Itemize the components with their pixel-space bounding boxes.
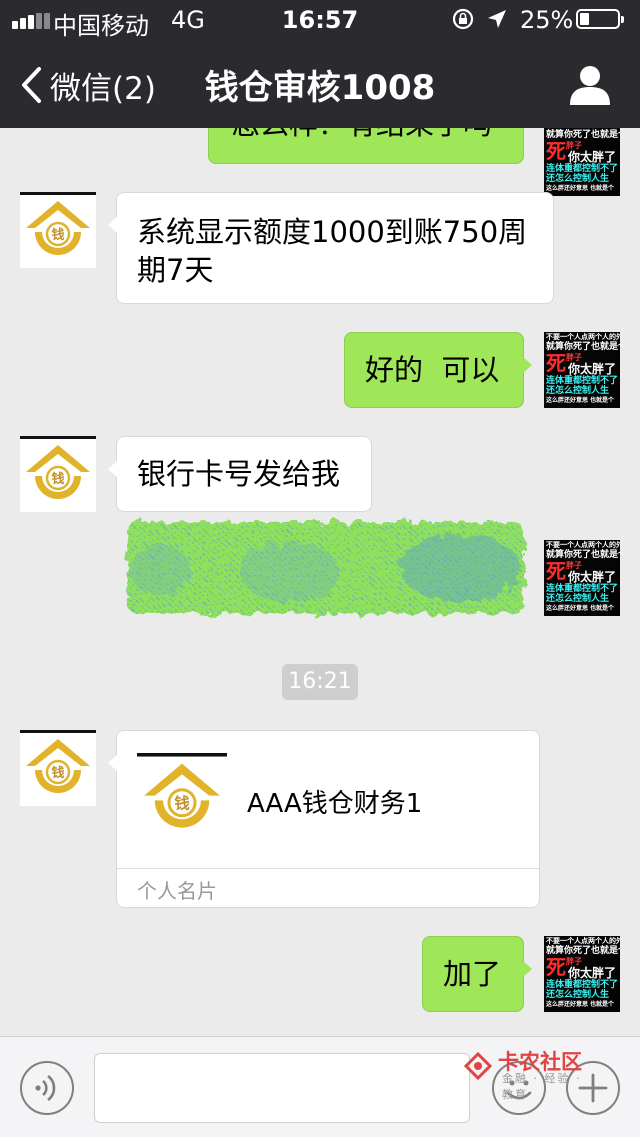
my-avatar[interactable]: 不要一个人点两个人的外卖 就算你死了也就是个 死 胖子 你太胖了 连体重都控制不… [544,332,620,408]
avatar-text: 还怎么控制人生 [546,174,610,184]
timestamp: 16:21 [282,664,358,700]
my-avatar[interactable]: 不要一个人点两个人的外卖 就算你死了也就是个 死 胖子 你太胖了 连体重都控制不… [544,540,620,616]
message-bubble-incoming[interactable]: 系统显示额度1000到账750周期7天 [108,192,554,304]
house-coin-logo-icon: 钱 [137,753,227,828]
avatar-text: 这么胖还好意思 [546,397,589,404]
redacted-message-bubble[interactable] [120,512,530,624]
avatar-text: 胖子 [566,141,582,150]
watermark-logo-icon [463,1051,493,1081]
avatar-text: 死 [546,955,566,979]
chat-area[interactable]: 怎么样？有结果了吗 不要一个人点两个人的外卖 就算你死了也就是个 死 胖子 你太… [0,88,640,1036]
avatar-text: 还怎么控制人生 [546,990,610,1000]
avatar-text: 连体重都控制不了 [546,584,619,594]
avatar-text: 这么胖还好意思 [546,185,589,192]
avatar-text: 还怎么控制人生 [546,594,610,604]
message-text: 加了 [443,957,502,991]
avatar-text: 你太胖了 [568,150,617,164]
watermark: 卡农社区 金融 · 经验 · 教育 [462,1046,582,1101]
message-text: 系统显示额度1000到账750周期7天 [137,215,528,287]
card-type-label: 个人名片 [137,879,217,903]
avatar-text: 也就是个 [590,185,615,192]
avatar-text: 死 [546,559,566,583]
avatar-text: 你太胖了 [568,570,617,584]
avatar-text: 还怎么控制人生 [546,386,610,396]
contact-card[interactable]: 钱 AAA钱仓财务1 个人名片 [108,730,540,908]
house-coin-logo-icon: 钱 [20,730,96,793]
avatar-text: 连体重都控制不了 [546,164,619,174]
avatar-text: 死 [546,139,566,163]
svg-text:钱: 钱 [51,471,64,487]
message-bubble-incoming[interactable]: 银行卡号发给我 [108,436,372,512]
voice-button[interactable] [20,1061,74,1115]
avatar-text: 这么胖还好意思 [546,1001,589,1008]
battery-icon [576,9,624,29]
house-coin-logo-icon: 钱 [20,436,96,499]
message-bubble-outgoing[interactable]: 加了 [422,936,532,1012]
contact-avatar[interactable]: 钱 [20,436,96,512]
avatar-text: 这么胖还好意思 [546,605,589,612]
battery-percent: 25% [520,6,574,34]
contact-avatar[interactable]: 钱 [20,730,96,806]
avatar-text: 也就是个 [590,397,615,404]
top-bar: 中国移动 4G 16:57 25% 微信(2) 钱仓审核1008 [0,0,640,128]
avatar-text: 不要一个人点两个人的外卖 [546,937,620,945]
chat-title: 钱仓审核1008 [204,68,436,108]
avatar-text: 胖子 [566,561,582,570]
status-bar: 中国移动 4G 16:57 25% [0,0,640,40]
my-avatar[interactable]: 不要一个人点两个人的外卖 就算你死了也就是个 死 胖子 你太胖了 连体重都控制不… [544,936,620,1012]
card-contact-name: AAA钱仓财务1 [247,789,423,819]
avatar-text: 胖子 [566,353,582,362]
house-coin-logo-icon: 钱 [20,192,96,255]
location-arrow-icon [488,10,506,28]
avatar-text: 不要一个人点两个人的外卖 [546,541,620,549]
avatar-text: 不要一个人点两个人的外卖 [546,333,620,341]
voice-icon [35,1074,56,1102]
card-avatar: 钱 [137,751,227,845]
avatar-text: 你太胖了 [568,362,617,376]
svg-text:钱: 钱 [51,765,64,781]
avatar-text: 也就是个 [590,605,615,612]
redaction-scribble [128,522,524,614]
message-text: 银行卡号发给我 [137,457,341,491]
avatar-text: 也就是个 [590,1001,615,1008]
my-avatar[interactable]: 不要一个人点两个人的外卖 就算你死了也就是个 死 胖子 你太胖了 连体重都控制不… [544,120,620,196]
svg-text:钱: 钱 [51,227,64,243]
avatar-text: 胖子 [566,957,582,966]
svg-text:钱: 钱 [174,794,190,813]
avatar-text: 连体重都控制不了 [546,376,619,386]
avatar-text: 死 [546,351,566,375]
rotation-lock-icon [452,8,474,30]
message-text: 好的 可以 [365,353,500,387]
profile-icon[interactable] [566,64,614,106]
avatar-text: 连体重都控制不了 [546,980,619,990]
message-bubble-outgoing[interactable]: 好的 可以 [344,332,532,408]
card-divider [117,868,539,869]
avatar-text: 你太胖了 [568,966,617,980]
watermark-subtext: 金融 · 经验 · 教育 [502,1072,582,1101]
message-input[interactable] [94,1053,470,1123]
contact-avatar[interactable]: 钱 [20,192,96,268]
